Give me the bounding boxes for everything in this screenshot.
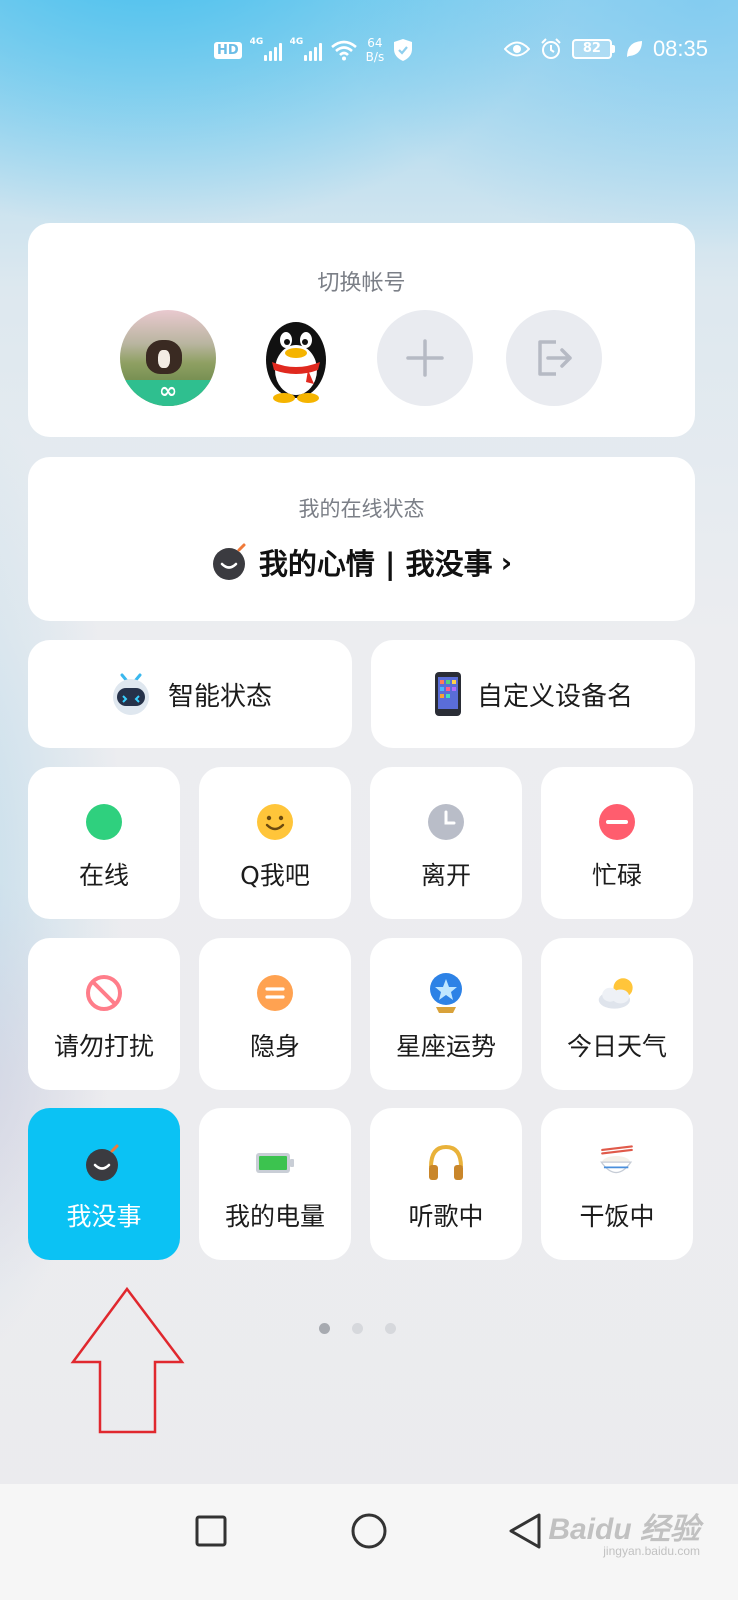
chevron-right-icon: › [500, 545, 513, 579]
signal-icon: 4G [290, 37, 322, 61]
mood-label: 我的心情 | 我没事 [258, 547, 493, 581]
online-status-title: 我的在线状态 [298, 497, 425, 521]
switch-account-card: 切换帐号 ∞ [28, 223, 695, 437]
status-tile-weather[interactable]: 今日天气 [541, 938, 693, 1090]
page-dot-active [319, 1323, 330, 1334]
smiley-bomb-icon [86, 1144, 119, 1181]
add-account-button[interactable] [377, 310, 473, 406]
alarm-icon [541, 38, 561, 59]
network-speed: 64 B/s [365, 36, 385, 64]
battery-icon [256, 1153, 294, 1173]
leaf-icon [626, 41, 642, 57]
logout-icon [538, 340, 572, 376]
back-button[interactable] [500, 1506, 550, 1556]
recent-apps-button[interactable] [186, 1506, 236, 1556]
no-disturb-icon [86, 975, 122, 1011]
smart-status-label: 智能状态 [167, 681, 272, 712]
circle-icon [351, 1513, 387, 1549]
custom-device-name-button[interactable]: 自定义设备名 [371, 640, 695, 748]
status-tile-eating[interactable]: 干饭中 [541, 1108, 693, 1260]
status-tile-busy[interactable]: 忙碌 [541, 767, 693, 919]
status-tile-away[interactable]: 离开 [370, 767, 522, 919]
clock-icon [428, 804, 464, 840]
status-tile-q-me[interactable]: Q我吧 [199, 767, 351, 919]
weather-icon [598, 978, 633, 1009]
shield-icon [394, 39, 413, 61]
smile-icon [257, 804, 293, 840]
mood-row[interactable]: 我的心情 | 我没事 › [28, 541, 695, 583]
invisible-icon [257, 975, 293, 1011]
page-dot [352, 1323, 363, 1334]
infinity-badge-icon: ∞ [120, 380, 216, 406]
eye-comfort-icon [503, 41, 530, 57]
clock: 08:35 [652, 36, 708, 61]
status-bar: HD 4G 4G 64 B/s 82 08:35 [0, 30, 738, 76]
status-tile-listening[interactable]: 听歌中 [370, 1108, 522, 1260]
crystal-ball-icon [430, 973, 462, 1013]
status-tile-invisible[interactable]: 隐身 [199, 938, 351, 1090]
wifi-icon [330, 40, 357, 61]
minus-circle-icon [599, 804, 635, 840]
dog-photo [146, 340, 182, 374]
home-button[interactable] [344, 1506, 394, 1556]
plus-icon [406, 339, 444, 377]
switch-account-title: 切换帐号 [317, 271, 406, 296]
triangle-back-icon [509, 1513, 541, 1549]
logout-button[interactable] [506, 310, 602, 406]
hd-voice-icon: HD [214, 41, 242, 59]
page-indicator [319, 1323, 396, 1334]
smart-status-button[interactable]: 智能状态 [28, 640, 352, 748]
status-tile-my-battery[interactable]: 我的电量 [199, 1108, 351, 1260]
status-tile-do-not-disturb[interactable]: 请勿打扰 [28, 938, 180, 1090]
current-account-avatar[interactable]: ∞ [120, 310, 216, 406]
square-icon [195, 1515, 227, 1547]
online-status-card[interactable]: 我的在线状态 我的心情 | 我没事 › [28, 457, 695, 621]
status-tile-online[interactable]: 在线 [28, 767, 180, 919]
baidu-jingyan-watermark: Baidu 经验 jingyan.baidu.com [548, 1513, 700, 1558]
page-dot [385, 1323, 396, 1334]
status-tile-horoscope[interactable]: 星座运势 [370, 938, 522, 1090]
signal-icon: 4G [250, 37, 282, 61]
smiley-bomb-icon [212, 543, 246, 580]
rice-bowl-icon [600, 1145, 633, 1174]
annotation-arrow-icon [70, 1286, 185, 1434]
phone-icon [434, 672, 461, 716]
headphones-icon [429, 1144, 463, 1180]
online-dot-icon [86, 804, 122, 840]
robot-icon [112, 673, 149, 715]
penguin-icon [266, 322, 326, 403]
system-nav-bar: Baidu 经验 jingyan.baidu.com [0, 1484, 738, 1600]
qq-penguin-avatar[interactable] [248, 310, 344, 406]
battery-indicator: 82 [571, 39, 615, 59]
custom-device-name-label: 自定义设备名 [476, 681, 633, 712]
status-tile-im-fine[interactable]: 我没事 [28, 1108, 180, 1260]
